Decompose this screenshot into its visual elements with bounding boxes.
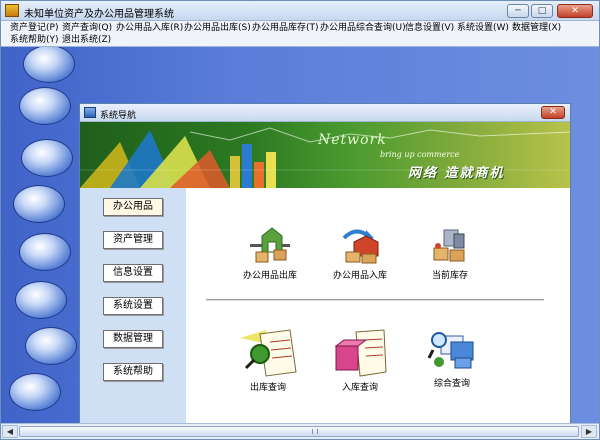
supplies-out-icon [248, 226, 292, 266]
tool-out-query[interactable]: 出库查询 [228, 328, 308, 393]
tool-in-query[interactable]: 入库查询 [320, 328, 400, 393]
close-icon: ✕ [549, 107, 557, 117]
banner-text-en-sub: bring up commerce [380, 150, 460, 159]
nav-system-settings[interactable]: 系统设置 [103, 297, 163, 315]
navigation-window: 系统导航 ✕ Network bring up commerce 网络 造就商机… [79, 103, 571, 423]
menu-supplies-out[interactable]: 办公用品出库(S) [184, 23, 251, 34]
current-stock-icon [428, 226, 472, 266]
horizontal-scrollbar[interactable]: ◀ ▶ [1, 423, 599, 439]
close-button[interactable]: ✕ [557, 4, 593, 18]
nav-office-supplies[interactable]: 办公用品 [103, 198, 163, 216]
decorative-ring [9, 373, 61, 411]
decorative-ring [25, 327, 77, 365]
menu-system-settings[interactable]: 系统设置(W) [457, 23, 509, 34]
decorative-ring [21, 139, 73, 177]
supplies-in-icon [338, 226, 382, 266]
menu-exit[interactable]: 退出系统(Z) [62, 35, 111, 46]
workspace: 系统导航 ✕ Network bring up commerce 网络 造就商机… [1, 47, 599, 423]
navigation-close-button[interactable]: ✕ [541, 106, 565, 119]
maximize-icon: □ [537, 6, 547, 16]
chevron-right-icon: ▶ [585, 427, 593, 436]
tool-supplies-in[interactable]: 办公用品入库 [320, 226, 400, 281]
combined-query-icon [427, 328, 477, 374]
tool-label: 综合查询 [433, 379, 470, 389]
section-divider [206, 299, 544, 301]
tool-label: 出库查询 [249, 383, 286, 393]
decorative-ring [13, 185, 65, 223]
tool-label: 当前库存 [431, 271, 468, 281]
menu-bar: 资产登记(P) 资产查询(Q) 办公用品入库(R) 办公用品出库(S) 办公用品… [1, 21, 599, 47]
title-bar: 未知单位资产及办公用品管理系统 ─ □ ✕ [1, 1, 599, 21]
menu-system-help[interactable]: 系统帮助(Y) [10, 35, 59, 46]
tool-label: 办公用品入库 [332, 271, 387, 281]
chevron-left-icon: ◀ [6, 427, 14, 436]
menu-supplies-in[interactable]: 办公用品入库(R) [116, 23, 183, 34]
decorative-ring [19, 87, 71, 125]
menu-asset-register[interactable]: 资产登记(P) [10, 23, 58, 34]
banner-text-en: Network [318, 132, 387, 148]
navigation-title: 系统导航 [100, 111, 137, 121]
decorative-ring [23, 47, 75, 83]
nav-data-management[interactable]: 数据管理 [103, 330, 163, 348]
menu-data-management[interactable]: 数据管理(X) [512, 23, 561, 34]
minimize-icon: ─ [515, 6, 521, 16]
tool-label: 办公用品出库 [242, 271, 297, 281]
minimize-button[interactable]: ─ [507, 4, 529, 18]
tool-combined-query[interactable]: 综合查询 [412, 328, 492, 389]
scroll-right-button[interactable]: ▶ [581, 425, 597, 438]
tool-current-stock[interactable]: 当前库存 [410, 226, 490, 281]
nav-asset-management[interactable]: 资产管理 [103, 231, 163, 249]
app-window: 未知单位资产及办公用品管理系统 ─ □ ✕ 资产登记(P) 资产查询(Q) 办公… [0, 0, 600, 440]
app-icon [5, 4, 19, 17]
in-query-icon [330, 328, 390, 378]
banner: Network bring up commerce 网络 造就商机 [80, 122, 570, 188]
scrollbar-thumb[interactable] [19, 426, 579, 437]
out-query-icon [238, 328, 298, 378]
menu-asset-query[interactable]: 资产查询(Q) [62, 23, 112, 34]
decorative-ring [15, 281, 67, 319]
navigation-icon [84, 107, 96, 118]
tool-supplies-out[interactable]: 办公用品出库 [230, 226, 310, 281]
banner-text-cn: 网络 造就商机 [408, 166, 505, 181]
category-nav: 办公用品 资产管理 信息设置 系统设置 数据管理 系统帮助 [80, 188, 186, 423]
decorative-ring [19, 233, 71, 271]
menu-supplies-query[interactable]: 办公用品综合查询(U) [320, 23, 406, 34]
menu-info-settings[interactable]: 信息设置(V) [405, 23, 454, 34]
tool-label: 入库查询 [341, 383, 378, 393]
menu-supplies-stock[interactable]: 办公用品库存(T) [252, 23, 319, 34]
close-icon: ✕ [571, 6, 579, 16]
navigation-title-bar: 系统导航 ✕ [80, 104, 570, 122]
maximize-button[interactable]: □ [531, 4, 553, 18]
function-panel: 办公用品出库 办公用品入库 当前库存 出库查询 入库查询 综合查询 [186, 188, 570, 423]
nav-info-settings[interactable]: 信息设置 [103, 264, 163, 282]
grip-icon [312, 429, 318, 434]
window-title: 未知单位资产及办公用品管理系统 [24, 9, 174, 20]
scroll-left-button[interactable]: ◀ [2, 425, 18, 438]
nav-system-help[interactable]: 系统帮助 [103, 363, 163, 381]
